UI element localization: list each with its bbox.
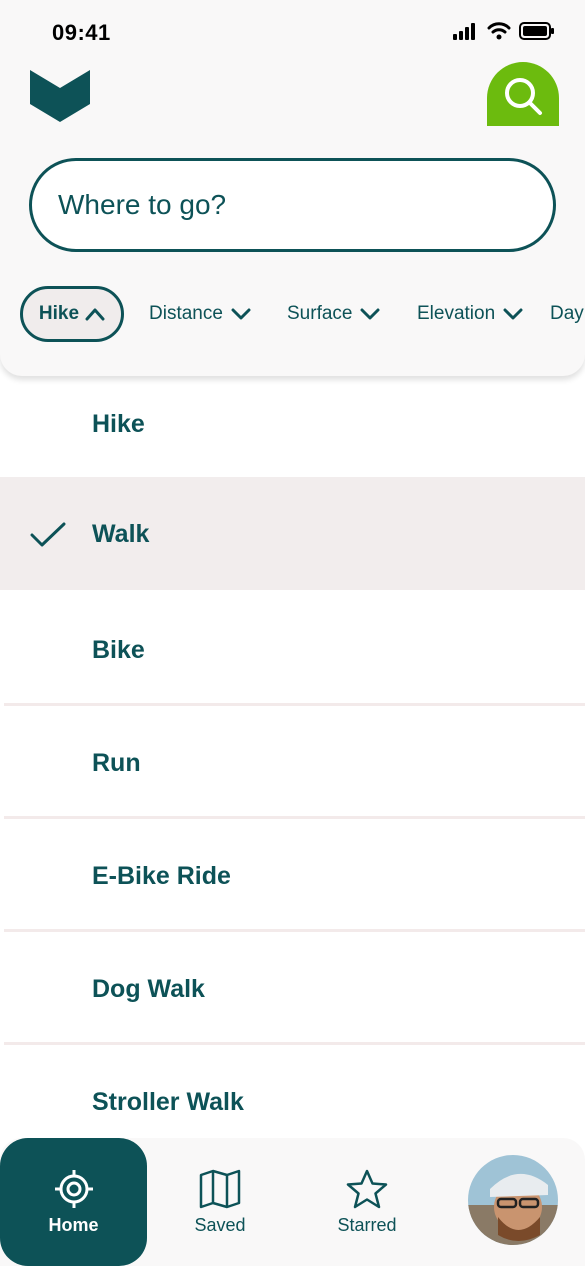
filter-chip-distance[interactable]: Distance bbox=[149, 286, 251, 342]
list-item-run[interactable]: Run bbox=[0, 706, 585, 819]
filter-label: Day bbox=[550, 303, 584, 324]
nav-label: Home bbox=[48, 1214, 99, 1235]
filter-chip-day[interactable]: Day bbox=[550, 286, 584, 342]
search-button[interactable] bbox=[487, 62, 559, 126]
filter-label: Hike bbox=[38, 303, 80, 324]
filter-bar: Hike Distance Surface Elevation Day bbox=[0, 286, 585, 342]
nav-starred[interactable]: Starred bbox=[327, 1138, 407, 1266]
list-item-label: E-Bike Ride bbox=[92, 862, 231, 890]
bottom-nav: Home Saved Starred bbox=[0, 1138, 585, 1266]
nav-label: Saved bbox=[194, 1214, 246, 1235]
header-panel: 09:41 Where to go? Hike Distance Surface… bbox=[0, 0, 585, 376]
search-placeholder: Where to go? bbox=[58, 189, 227, 220]
filter-label: Distance bbox=[149, 303, 223, 324]
map-icon bbox=[199, 1169, 241, 1208]
list-item-hike[interactable]: Hike bbox=[0, 370, 585, 483]
list-item-label: Run bbox=[92, 749, 141, 777]
search-icon bbox=[505, 78, 542, 115]
destination-search-input[interactable]: Where to go? bbox=[29, 158, 556, 252]
filter-label: Surface bbox=[287, 303, 353, 324]
list-item-label: Walk bbox=[92, 520, 150, 548]
signal-icon bbox=[453, 23, 475, 40]
battery-icon bbox=[519, 22, 554, 40]
filter-chip-elevation[interactable]: Elevation bbox=[417, 286, 523, 342]
checkmark-icon bbox=[30, 522, 66, 547]
wifi-icon bbox=[487, 22, 511, 40]
nav-label: Starred bbox=[337, 1214, 397, 1235]
nav-home[interactable]: Home bbox=[0, 1138, 147, 1266]
list-item-label: Stroller Walk bbox=[92, 1088, 244, 1116]
chevron-down-icon bbox=[231, 308, 251, 320]
status-bar: 09:41 bbox=[0, 0, 585, 62]
filter-chip-surface[interactable]: Surface bbox=[287, 286, 380, 342]
user-avatar[interactable] bbox=[468, 1155, 558, 1245]
list-item-label: Hike bbox=[92, 410, 145, 438]
list-item-dog-walk[interactable]: Dog Walk bbox=[0, 932, 585, 1045]
chevron-down-icon bbox=[503, 308, 523, 320]
target-icon bbox=[54, 1169, 93, 1208]
app-logo[interactable] bbox=[30, 70, 90, 122]
list-item-e-bike-ride[interactable]: E-Bike Ride bbox=[0, 819, 585, 932]
chevron-up-icon bbox=[85, 308, 105, 321]
list-item-bike[interactable]: Bike bbox=[0, 590, 585, 703]
list-item-label: Dog Walk bbox=[92, 975, 205, 1003]
status-time: 09:41 bbox=[52, 20, 111, 45]
nav-saved[interactable]: Saved bbox=[180, 1138, 260, 1266]
status-icons bbox=[453, 22, 555, 40]
list-item-walk[interactable]: Walk bbox=[0, 477, 585, 590]
chevron-down-icon bbox=[360, 308, 380, 320]
filter-label: Elevation bbox=[417, 303, 496, 324]
star-icon bbox=[346, 1169, 388, 1208]
list-item-label: Bike bbox=[92, 636, 145, 664]
filter-chip-hike[interactable]: Hike bbox=[20, 286, 124, 342]
